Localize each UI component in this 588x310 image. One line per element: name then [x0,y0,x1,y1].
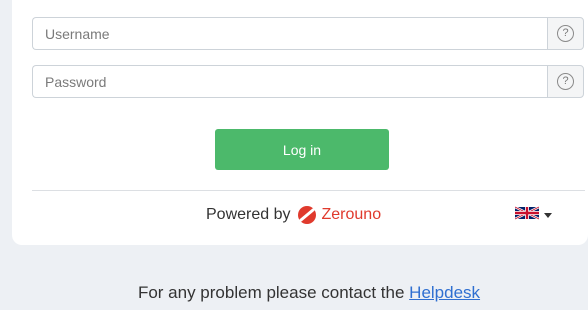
login-card: ? ? Log in Powered by Zerouno [12,0,588,245]
help-icon: ? [557,73,574,90]
brand-name: Zerouno [321,206,382,223]
language-selector[interactable] [514,205,552,225]
password-help-button[interactable]: ? [547,65,584,98]
password-input[interactable] [32,65,547,98]
footer-text: For any problem please contact the [137,283,405,302]
powered-by-label: Powered by [206,206,291,223]
powered-by: Powered by Zerouno [206,203,381,227]
password-group: ? [32,65,584,98]
help-icon: ? [557,25,574,42]
helpdesk-link[interactable]: Helpdesk [409,283,480,302]
footer: For any problem please contact the Helpd… [0,283,588,303]
username-help-button[interactable]: ? [547,17,584,50]
login-button[interactable]: Log in [215,129,389,170]
zerouno-logo-icon [297,205,317,225]
chevron-down-icon [544,213,552,218]
username-group: ? [32,17,584,50]
username-input[interactable] [32,17,547,50]
uk-flag-icon [514,205,540,225]
divider [32,190,585,191]
